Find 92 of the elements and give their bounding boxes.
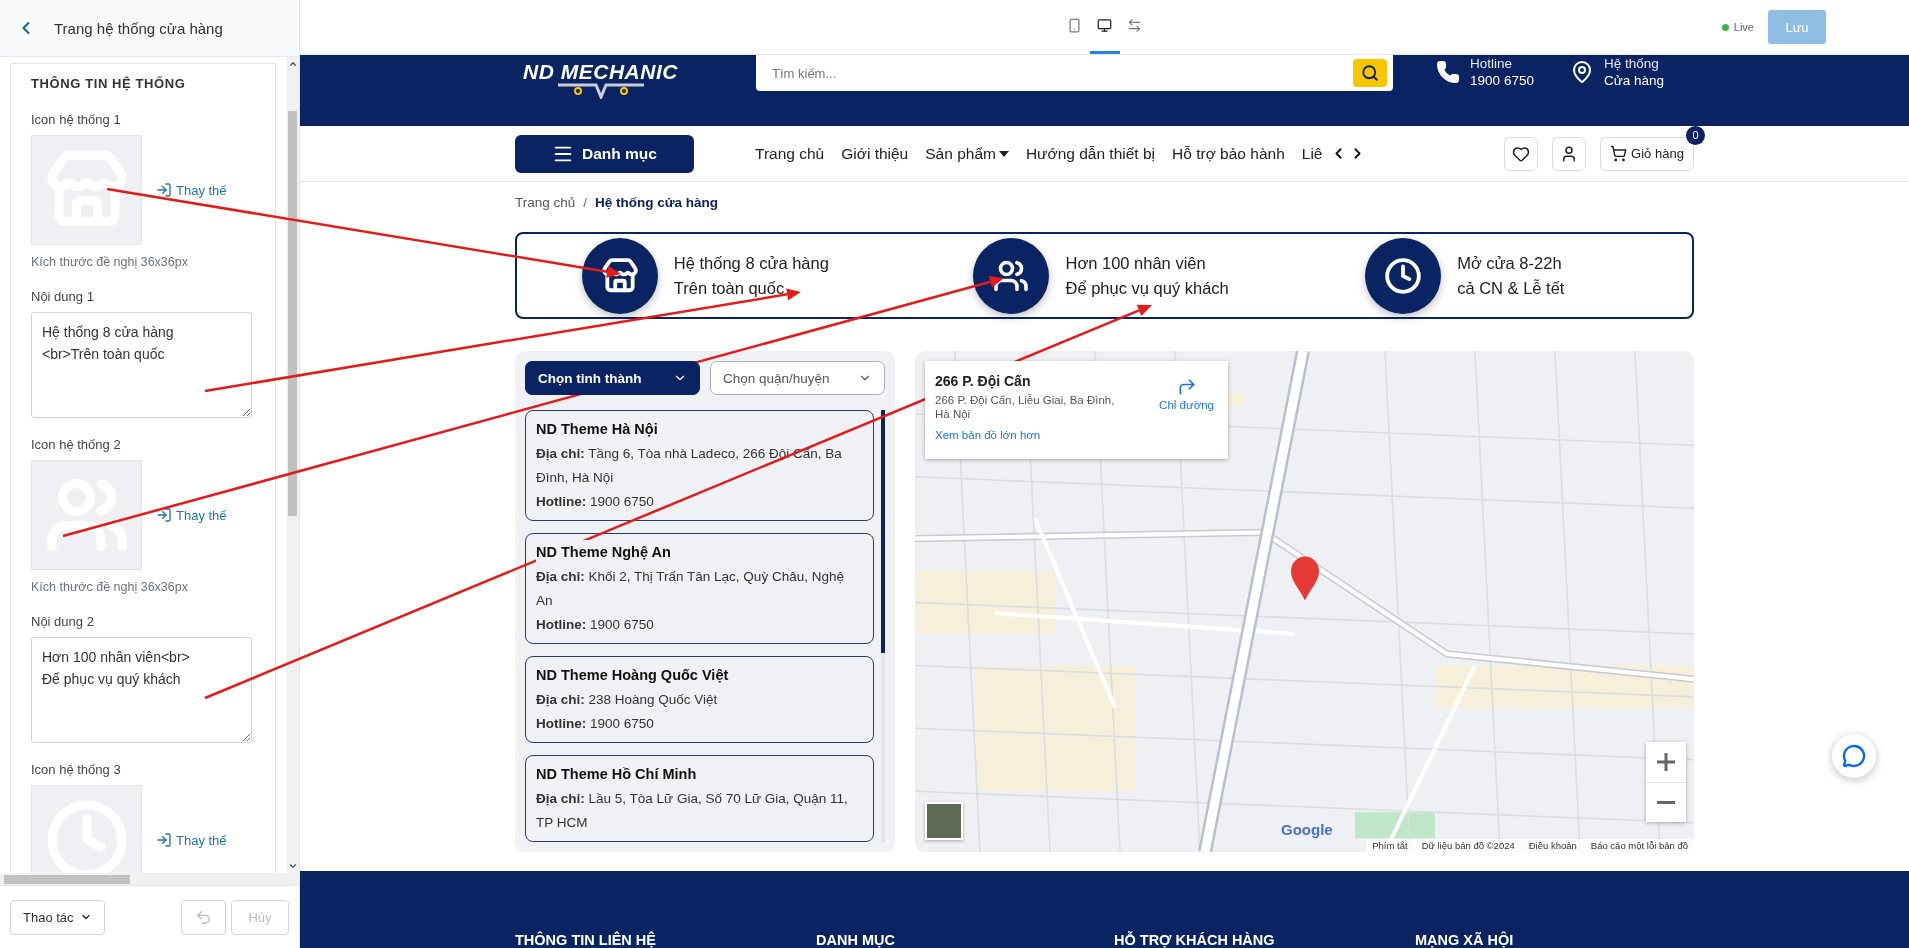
store-address: Địa chỉ: Lầu 5, Tòa Lữ Gia, Số 70 Lữ Gia, Quận 11, TP HCM [536, 790, 849, 832]
attribution-link[interactable]: Điều khoản [1528, 840, 1577, 851]
user-icon [1560, 144, 1578, 163]
attribution-link[interactable]: Báo cáo một lỗi bản đồ [1590, 840, 1688, 851]
attribution-link[interactable]: Phím tắt [1372, 840, 1408, 851]
store-icon [600, 256, 639, 295]
nav-link[interactable]: Liê [1301, 144, 1323, 163]
directions-link[interactable]: Chỉ đường [1159, 377, 1214, 411]
actions-button[interactable]: Thao tác [10, 899, 105, 935]
map-logo: Google [1281, 821, 1333, 838]
replace-link[interactable]: Thay thế [156, 182, 227, 198]
nav-link[interactable]: Hỗ trợ bảo hành [1172, 144, 1285, 163]
attribution-link[interactable]: Dữ liệu bản đồ ©2024 [1421, 840, 1515, 851]
field-label: Icon hệ thống 3 [31, 762, 122, 777]
nav-link[interactable]: Sản phẩm [925, 144, 1009, 163]
breadcrumb-separator: / [583, 195, 588, 212]
undo-icon [195, 908, 212, 926]
store-card[interactable]: ND Theme Hồ Chí Minh Địa chỉ: Lầu 5, Tòa Lữ Gia, Số 70 Lữ Gia, Quận 11, TP HCM [525, 755, 874, 842]
monitor-icon [1097, 18, 1112, 33]
field-label: Nội dung 1 [31, 289, 95, 304]
panel-title: Trang hệ thống cửa hàng [54, 19, 223, 37]
clock-icon [1384, 256, 1423, 295]
replace-link[interactable]: Thay thế [156, 507, 227, 523]
store-card[interactable]: ND Theme Hoàng Quốc Việt Địa chỉ: 238 Hoàng Quốc Việt Hotline: 1900 6750 [525, 656, 874, 743]
login-icon [156, 182, 172, 198]
caret-icon [998, 150, 1009, 157]
nav-link[interactable]: Giới thiệu [841, 144, 909, 163]
zoom-in-button[interactable] [1646, 742, 1686, 782]
wishlist-button[interactable] [1504, 136, 1538, 171]
store-hotline: Hotline: 1900 6750 [536, 493, 655, 511]
cart-button[interactable]: Giỏ hàng [1600, 136, 1694, 171]
scroll-up-icon [287, 59, 298, 69]
scroll-down-icon [287, 861, 298, 871]
store-card[interactable]: ND Theme Nghệ An Địa chỉ: Khối 2, Thị Trấn Tân Lạc, Quỳ Châu, Nghệ An Hotline: 1900 6750 [525, 533, 874, 644]
vertical-scrollbar[interactable] [286, 57, 299, 873]
footer-heading: HỖ TRỢ KHÁCH HÀNG [1114, 932, 1276, 948]
breadcrumb-link[interactable]: Hệ thống cửa hàng [595, 195, 719, 232]
list-scrollbar[interactable] [881, 410, 885, 842]
category-menu-button[interactable]: Danh mục [515, 134, 694, 173]
zoom-out-button[interactable] [1646, 782, 1686, 822]
store-hotline: Hotline: 1900 6750 [536, 616, 655, 634]
search-field[interactable]: Tìm kiếm... [756, 55, 1393, 91]
minus-icon [1657, 801, 1675, 804]
footer-heading: DANH MỤC [816, 932, 896, 948]
arrows-icon [1127, 18, 1142, 33]
account-button[interactable] [1552, 136, 1586, 171]
search-icon [1361, 64, 1379, 82]
logo[interactable]: ND MECHANIC [515, 55, 686, 99]
size-hint: Kích thước đề nghị 36x36px [31, 255, 189, 270]
larger-map-link[interactable]: Xem bản đồ lớn hơn [935, 429, 1041, 441]
size-hint: Kích thước đề nghị 36x36px [31, 580, 189, 595]
chat-button[interactable] [1832, 734, 1876, 778]
nav-link[interactable]: Hướng dẫn thiết bị [1025, 144, 1156, 163]
login-icon [156, 507, 172, 523]
place-address: 266 P. Đội Cấn, Liễu Giai, Ba Đình, Hà Nội [935, 393, 1116, 421]
contact-value: 1900 6750 [1470, 72, 1534, 89]
store-address: Địa chỉ: 238 Hoàng Quốc Việt [536, 691, 719, 709]
place-title: 266 P. Đội Cấn [935, 373, 1031, 390]
satellite-thumbnail[interactable] [925, 802, 963, 840]
store-address: Địa chỉ: Khối 2, Thị Trấn Tân Lạc, Quỳ Châu, Nghệ An [536, 568, 845, 610]
login-icon [156, 832, 172, 848]
map-pin-icon [1291, 556, 1319, 601]
feature-text: Mở cửa 8-22h cả CN & Lễ tết [1457, 252, 1566, 299]
feature-text: Hệ thống 8 cửa hàng Trên toàn quốc [673, 252, 830, 299]
heart-icon [1512, 144, 1530, 163]
section-title: THÔNG TIN HỆ THỐNG [31, 76, 187, 92]
cart-icon [1610, 145, 1628, 162]
footer-heading: THÔNG TIN LIÊN HỆ [515, 932, 657, 948]
field-label: Icon hệ thống 1 [31, 112, 122, 127]
horizontal-scrollbar[interactable] [0, 873, 299, 885]
feature-text: Hơn 100 nhân viên Để phục vụ quý khách [1065, 252, 1230, 299]
filter-select[interactable]: Chọn tỉnh thành [525, 361, 700, 395]
search-button[interactable] [1353, 59, 1387, 87]
contact-value: Cửa hàng [1603, 72, 1664, 89]
content-field[interactable]: Hơn 100 nhân viên<br> Để phục vụ quý khách [31, 637, 252, 743]
plus-icon [1657, 753, 1675, 771]
field-label: Nội dung 2 [31, 614, 95, 629]
field-label: Icon hệ thống 2 [31, 437, 122, 452]
phone-icon [1436, 60, 1461, 84]
contact-label: Hệ thống [1603, 55, 1660, 72]
filter-select[interactable]: Chọn quận/huyện [710, 361, 885, 395]
live-status: Live [1721, 21, 1754, 33]
breadcrumb-link[interactable]: Trang chủ [515, 195, 576, 232]
phone-icon [1067, 18, 1082, 33]
content-field[interactable]: Hệ thống 8 cửa hàng <br>Trên toàn quốc [31, 312, 252, 418]
chat-bubble-icon [1842, 744, 1866, 768]
logo-wings-icon [555, 83, 646, 99]
store-hotline: Hotline: 1900 6750 [536, 715, 655, 733]
footer-heading: MẠNG XÃ HỘI [1415, 932, 1515, 948]
replace-link[interactable]: Thay thế [156, 832, 227, 848]
contact-label: Hotline [1470, 55, 1514, 72]
nav-link[interactable]: Trang chủ [755, 144, 825, 163]
